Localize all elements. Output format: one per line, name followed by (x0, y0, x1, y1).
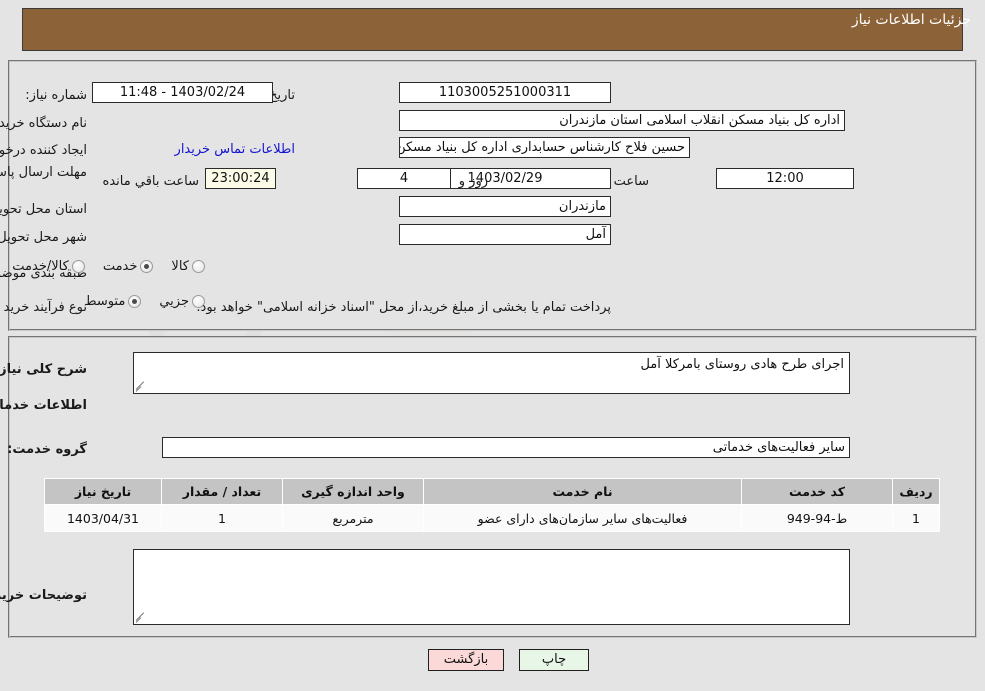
subject-classification-radio-icon-0[interactable] (192, 260, 205, 273)
cell-row-index: 1 (892, 504, 940, 532)
purchase-process-group[interactable]: جزیي متوسط (70, 294, 205, 309)
subject-classification-option-label-1: خدمت (102, 259, 138, 274)
buyer-organization-label: نام دستگاه خریدار: (0, 116, 87, 131)
remaining-days-value: 4 (357, 168, 451, 189)
subject-classification-group[interactable]: کالا خدمت کالا/خدمت (0, 259, 205, 274)
delivery-city-label: شهر محل تحویل: (0, 230, 87, 245)
need-summary-label: شرح کلی نیاز: (0, 362, 87, 377)
purchase-process-radio-icon-1[interactable] (128, 295, 142, 308)
buyer-notes-label: توضیحات خریدار: (0, 588, 87, 603)
subject-classification-option-2[interactable]: کالا/خدمت (12, 259, 85, 274)
cell-unit: مترمربع (282, 504, 424, 532)
purchase-process-option-label-1: متوسط (84, 294, 126, 309)
page-title: جزئیات اطلاعات نیاز (851, 12, 971, 28)
need-number-label: شماره نیاز: (25, 88, 87, 103)
table-row: 1 ط-94-949 فعالیت‌های سایر سازمان‌های دا… (44, 504, 940, 532)
column-header-unit: واحد اندازه گیری (282, 478, 424, 505)
print-button[interactable]: چاپ (519, 649, 589, 671)
deadline-time-label: ساعت (613, 174, 649, 189)
request-creator-value: حسین فلاح کارشناس حسابداری اداره کل بنیا… (399, 137, 690, 158)
buyer-notes-textarea[interactable] (133, 549, 850, 625)
cell-quantity: 1 (161, 504, 283, 532)
request-creator-label: ایجاد کننده درخواست: (0, 143, 87, 158)
column-header-quantity: تعداد / مقدار (161, 478, 283, 505)
subject-classification-option-0[interactable]: کالا (171, 259, 205, 274)
buyer-organization-value: اداره کل بنیاد مسکن انقلاب اسلامی استان … (399, 110, 845, 131)
buyer-contact-link[interactable]: اطلاعات تماس خریدار (175, 142, 295, 157)
services-table: ردیف کد خدمت نام خدمت واحد اندازه گیری ت… (44, 478, 940, 532)
service-group-label: گروه خدمت: (7, 442, 87, 457)
announcement-datetime-value: 1403/02/24 - 11:48 (92, 82, 273, 103)
subject-classification-option-1[interactable]: خدمت (103, 259, 154, 274)
subject-classification-option-label-2: کالا/خدمت (12, 259, 69, 274)
delivery-city-value: آمل (399, 224, 611, 245)
column-header-service-code: کد خدمت (741, 478, 893, 505)
purchase-process-option-label-0: جزیي (159, 294, 189, 309)
response-deadline-label: مهلت ارسال پاسخ: تا تاریخ: (0, 165, 87, 180)
resize-grip-icon (135, 380, 148, 392)
page-header-bar (22, 8, 963, 51)
countdown-label: ساعت باقي مانده (102, 174, 199, 189)
column-header-row-index: ردیف (892, 478, 940, 505)
table-header-row: ردیف کد خدمت نام خدمت واحد اندازه گیری ت… (44, 478, 940, 505)
subject-classification-radio-icon-1[interactable] (140, 260, 154, 273)
subject-classification-radio-icon-2[interactable] (71, 260, 85, 273)
need-summary-textarea[interactable]: اجرای طرح هادی روستای بامرکلا آمل (133, 352, 850, 394)
remaining-days-label: روز و (458, 174, 488, 189)
need-number-value: 1103005251000311 (399, 82, 611, 103)
delivery-province-label: استان محل تحویل: (0, 202, 87, 217)
column-header-need-date: تاریخ نیاز (44, 478, 162, 505)
cell-service-name: فعالیت‌های سایر سازمان‌های دارای عضو (423, 504, 742, 532)
services-section-heading: اطلاعات خدمات مورد نیاز (0, 398, 87, 413)
service-group-value: سایر فعالیت‌های خدماتی (162, 437, 850, 458)
payment-note: پرداخت تمام یا بخشی از مبلغ خرید،از محل … (196, 300, 611, 315)
cell-service-code: ط-94-949 (741, 504, 893, 532)
column-header-service-name: نام خدمت (423, 478, 742, 505)
countdown-value: 23:00:24 (205, 168, 276, 189)
cell-need-date: 1403/04/31 (44, 504, 162, 532)
resize-grip-icon (135, 611, 148, 623)
need-details-page: riaTender.net جزئیات اطلاعات نیاز شماره … (0, 0, 985, 691)
purchase-process-option-1[interactable]: متوسط (84, 294, 142, 309)
delivery-province-value: مازندران (399, 196, 611, 217)
deadline-time-value: 12:00 (716, 168, 854, 189)
back-button[interactable]: بازگشت (428, 649, 504, 671)
subject-classification-option-label-0: کالا (171, 259, 189, 274)
